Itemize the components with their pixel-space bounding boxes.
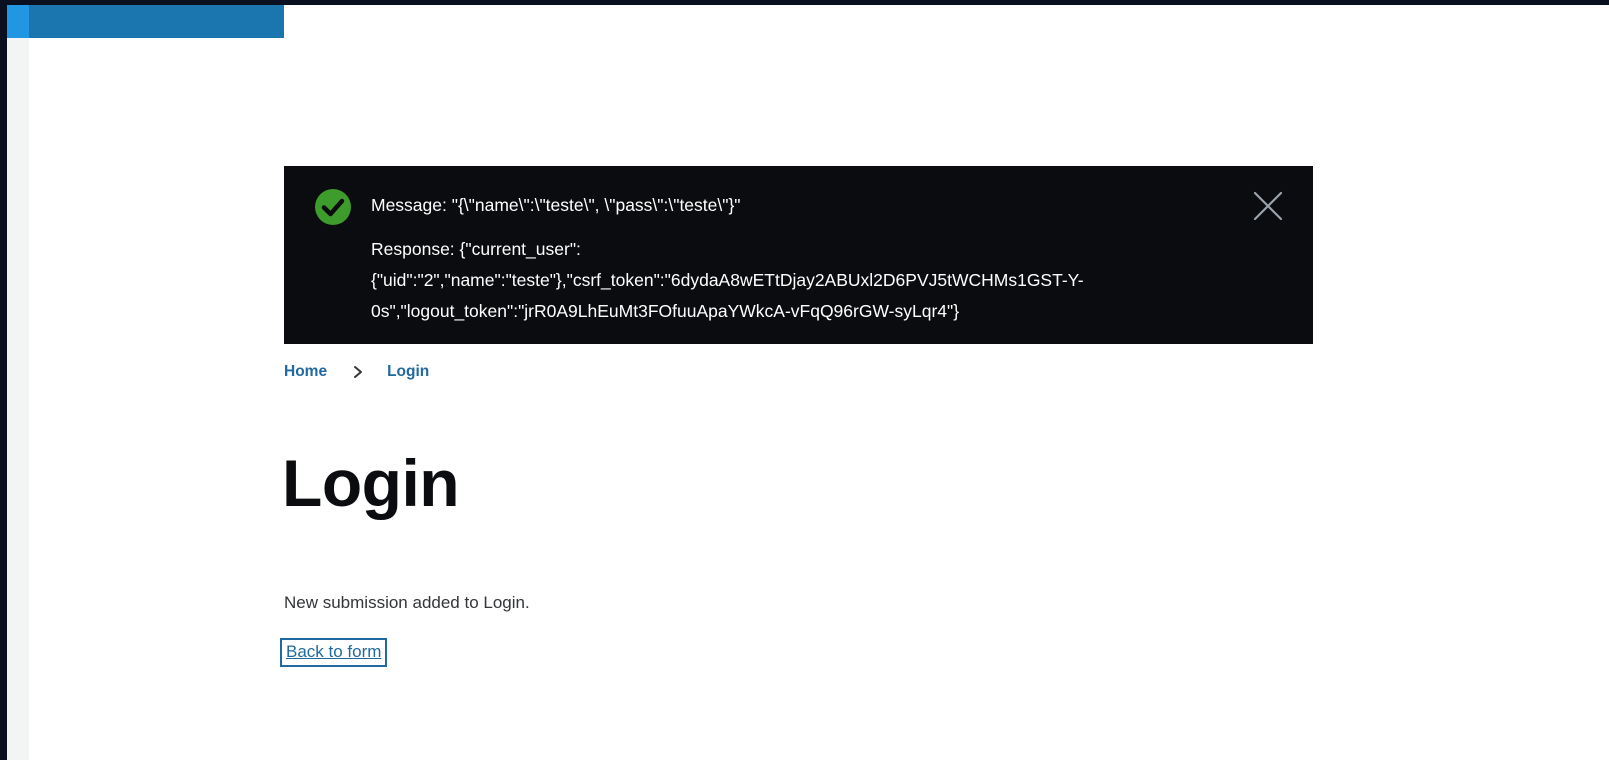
browser-viewport: Message: "{\"name\":\"teste\", \"pass\":… <box>7 5 1609 760</box>
breadcrumb-login[interactable]: Login <box>387 363 429 381</box>
back-to-form-link[interactable]: Back to form <box>280 638 388 667</box>
breadcrumb: Home Login <box>284 363 429 381</box>
breadcrumb-home[interactable]: Home <box>284 363 327 381</box>
status-message: Message: "{\"name\":\"teste\", \"pass\":… <box>284 166 1313 344</box>
chevron-right-icon <box>354 366 363 378</box>
left-sidebar-strip <box>7 5 29 760</box>
confirmation-text: New submission added to Login. <box>284 593 530 612</box>
header-accent <box>7 5 29 38</box>
check-circle-icon <box>315 189 351 225</box>
status-message-text: Message: "{\"name\":\"teste\", \"pass\":… <box>371 195 741 215</box>
page-title: Login <box>282 446 460 520</box>
close-icon[interactable] <box>1252 190 1284 222</box>
status-response-text: Response: {"current_user": {"uid":"2","n… <box>371 239 1084 321</box>
site-header-bar <box>7 5 284 38</box>
